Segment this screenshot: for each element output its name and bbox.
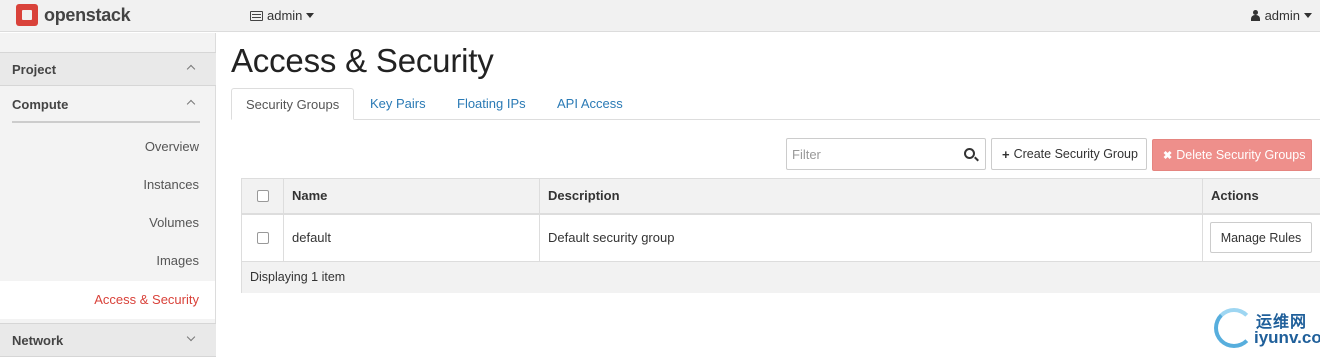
sidebar-group-label: Compute bbox=[12, 97, 69, 112]
close-icon: ✖ bbox=[1163, 149, 1173, 162]
table-footer: Displaying 1 item bbox=[242, 262, 1320, 293]
column-header-name[interactable]: Name bbox=[283, 179, 539, 214]
project-selector[interactable]: admin bbox=[250, 8, 315, 23]
page-title: Access & Security bbox=[231, 42, 494, 79]
create-security-group-button[interactable]: + Create Security Group bbox=[991, 138, 1147, 170]
tab-bar: Security Groups Key Pairs Floating IPs A… bbox=[231, 88, 1320, 120]
sidebar: Project Compute Overview Instances Volum… bbox=[0, 33, 216, 357]
sidebar-section-project[interactable]: Project bbox=[0, 52, 216, 86]
sidebar-section-label: Project bbox=[12, 62, 57, 77]
tab-api-access[interactable]: API Access bbox=[543, 88, 637, 120]
sidebar-item-images[interactable]: Images bbox=[0, 242, 215, 280]
table-header: Name Description Actions bbox=[242, 179, 1320, 215]
sidebar-item-volumes[interactable]: Volumes bbox=[0, 204, 215, 242]
tab-security-groups[interactable]: Security Groups bbox=[231, 88, 355, 120]
project-list-icon bbox=[250, 10, 263, 21]
row-checkbox[interactable] bbox=[257, 232, 269, 244]
chevron-up-icon bbox=[186, 64, 196, 74]
manage-rules-button[interactable]: Manage Rules bbox=[1210, 222, 1312, 253]
top-navbar: openstack admin admin bbox=[0, 0, 1320, 32]
sidebar-item-overview[interactable]: Overview bbox=[0, 128, 215, 166]
user-menu-label: admin bbox=[1264, 8, 1300, 23]
openstack-logo[interactable]: openstack bbox=[16, 3, 131, 27]
sidebar-group-compute[interactable]: Compute bbox=[0, 87, 216, 123]
chevron-down-icon bbox=[186, 332, 196, 342]
sidebar-item-instances[interactable]: Instances bbox=[0, 166, 215, 204]
filter-input[interactable] bbox=[792, 140, 960, 168]
table-row: default Default security group Manage Ru… bbox=[242, 215, 1320, 262]
search-icon[interactable] bbox=[964, 148, 975, 159]
project-selector-label: admin bbox=[267, 8, 303, 23]
watermark-en: iyunv.com bbox=[1254, 328, 1320, 347]
sidebar-item-access-security[interactable]: Access & Security bbox=[0, 281, 215, 319]
logo-text: openstack bbox=[44, 4, 131, 25]
caret-down-icon bbox=[1304, 13, 1312, 18]
watermark-logo-icon bbox=[1214, 308, 1254, 348]
security-groups-table: Name Description Actions default Default… bbox=[241, 178, 1320, 293]
select-all-checkbox[interactable] bbox=[257, 190, 269, 202]
user-menu[interactable]: admin bbox=[1250, 8, 1312, 23]
divider bbox=[12, 121, 200, 123]
cell-description: Default security group bbox=[539, 215, 1202, 262]
caret-down-icon bbox=[306, 13, 315, 18]
delete-security-groups-button[interactable]: ✖ Delete Security Groups bbox=[1152, 139, 1312, 171]
cell-name: default bbox=[283, 215, 539, 262]
filter-box bbox=[786, 138, 986, 170]
tab-floating-ips[interactable]: Floating IPs bbox=[443, 88, 540, 120]
watermark: 运维网 iyunv.com bbox=[1214, 306, 1320, 352]
user-icon bbox=[1250, 10, 1260, 21]
delete-button-label: Delete Security Groups bbox=[1176, 148, 1306, 162]
chevron-up-icon bbox=[186, 99, 196, 109]
create-button-label: Create Security Group bbox=[1013, 147, 1138, 161]
openstack-logo-icon bbox=[16, 4, 38, 26]
column-header-actions: Actions bbox=[1202, 179, 1320, 214]
sidebar-group-label: Network bbox=[12, 333, 64, 348]
plus-icon: + bbox=[1002, 146, 1010, 162]
tab-key-pairs[interactable]: Key Pairs bbox=[356, 88, 440, 120]
column-header-description[interactable]: Description bbox=[539, 179, 1202, 214]
